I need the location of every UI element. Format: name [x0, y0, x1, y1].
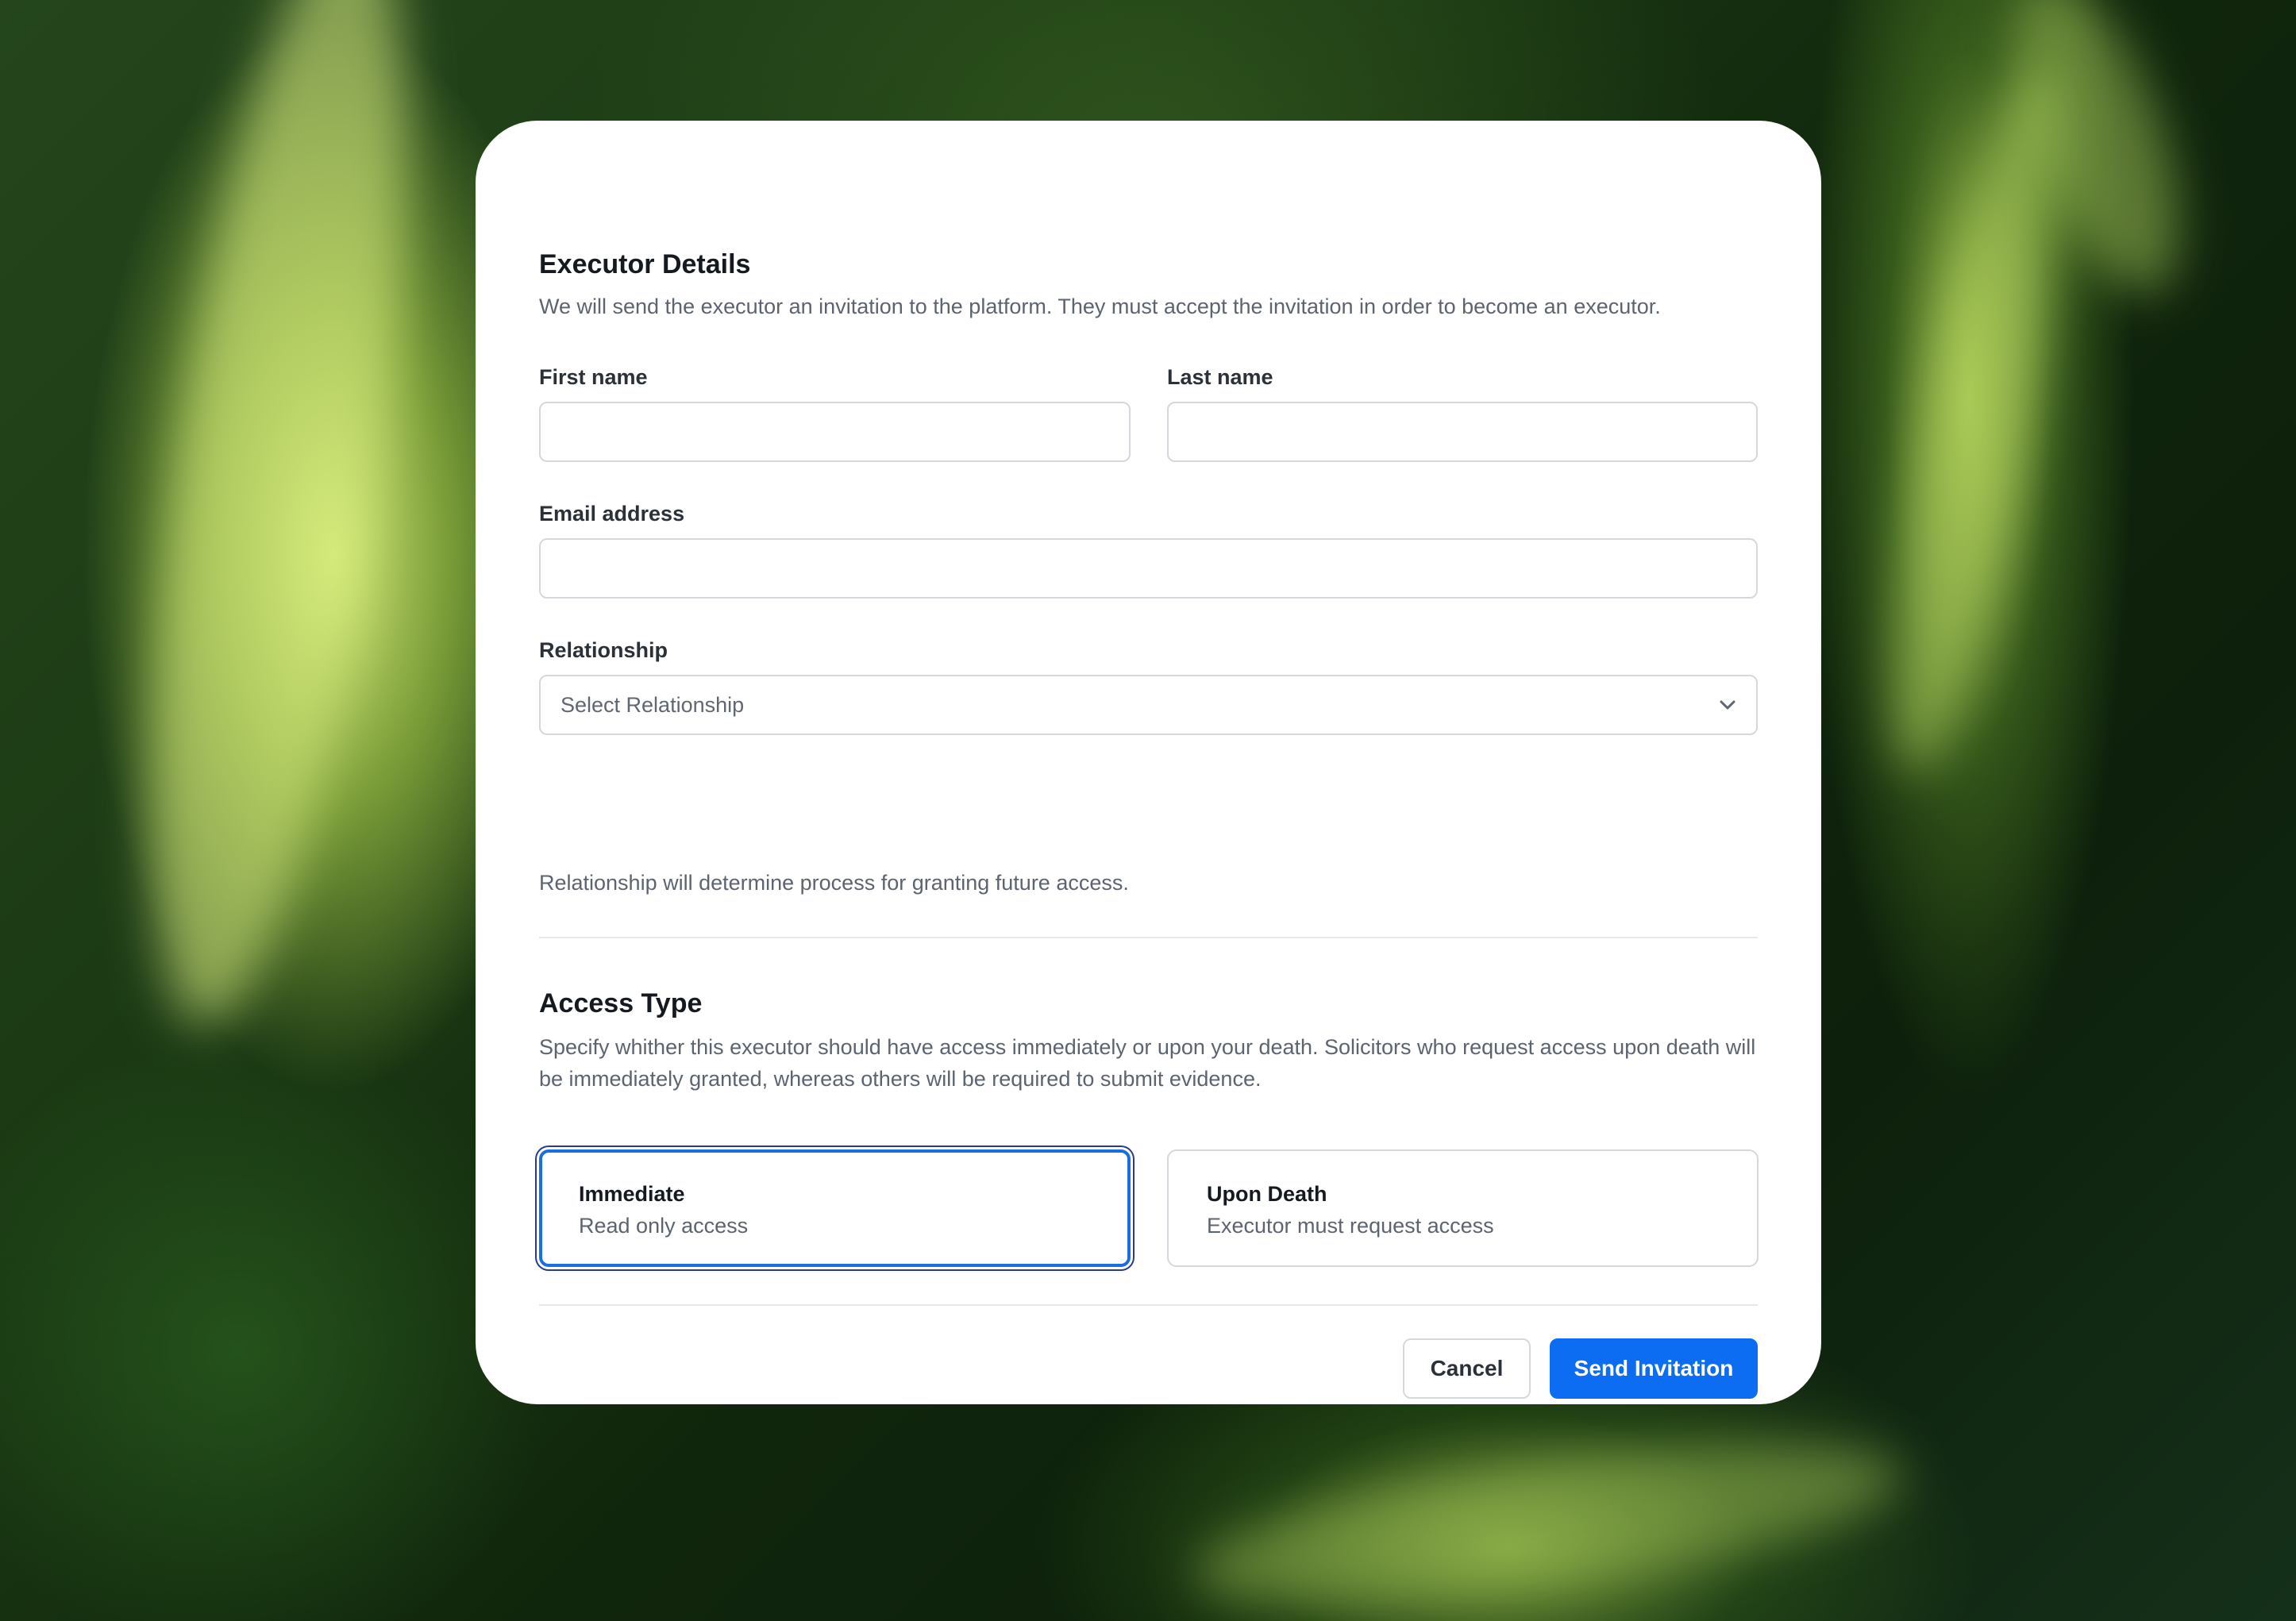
invite-executor-dialog: Executor Details We will send the execut… [476, 121, 1821, 1404]
leaf-highlight [98, 0, 458, 1042]
first-name-input[interactable] [539, 402, 1131, 462]
last-name-label: Last name [1167, 365, 1273, 389]
option-subtitle: Read only access [579, 1214, 749, 1238]
access-option-immediate[interactable]: Immediate Read only access [539, 1149, 1131, 1267]
executor-details-description: We will send the executor an invitation … [539, 295, 1661, 318]
email-label: Email address [539, 502, 685, 526]
first-name-label: First name [539, 365, 648, 389]
access-option-upon-death[interactable]: Upon Death Executor must request access [1167, 1149, 1759, 1267]
leaf-highlight [1185, 1411, 1911, 1621]
relationship-select[interactable]: Select Relationship [539, 675, 1758, 735]
section-divider [539, 937, 1758, 938]
chevron-down-icon [1718, 695, 1737, 714]
option-title: Upon Death [1207, 1182, 1327, 1206]
access-type-title: Access Type [539, 988, 703, 1018]
relationship-label: Relationship [539, 638, 668, 662]
cancel-button[interactable]: Cancel [1403, 1338, 1531, 1399]
last-name-input[interactable] [1167, 402, 1758, 462]
relationship-select-value: Select Relationship [561, 692, 745, 717]
email-input[interactable] [539, 538, 1758, 599]
footer-divider [539, 1304, 1758, 1306]
access-type-description: Specify whither this executor should hav… [539, 1035, 1756, 1091]
option-title: Immediate [579, 1182, 685, 1206]
relationship-help-text: Relationship will determine process for … [539, 871, 1129, 895]
executor-details-title: Executor Details [539, 249, 751, 279]
option-subtitle: Executor must request access [1207, 1214, 1494, 1238]
send-invitation-button[interactable]: Send Invitation [1550, 1338, 1758, 1399]
